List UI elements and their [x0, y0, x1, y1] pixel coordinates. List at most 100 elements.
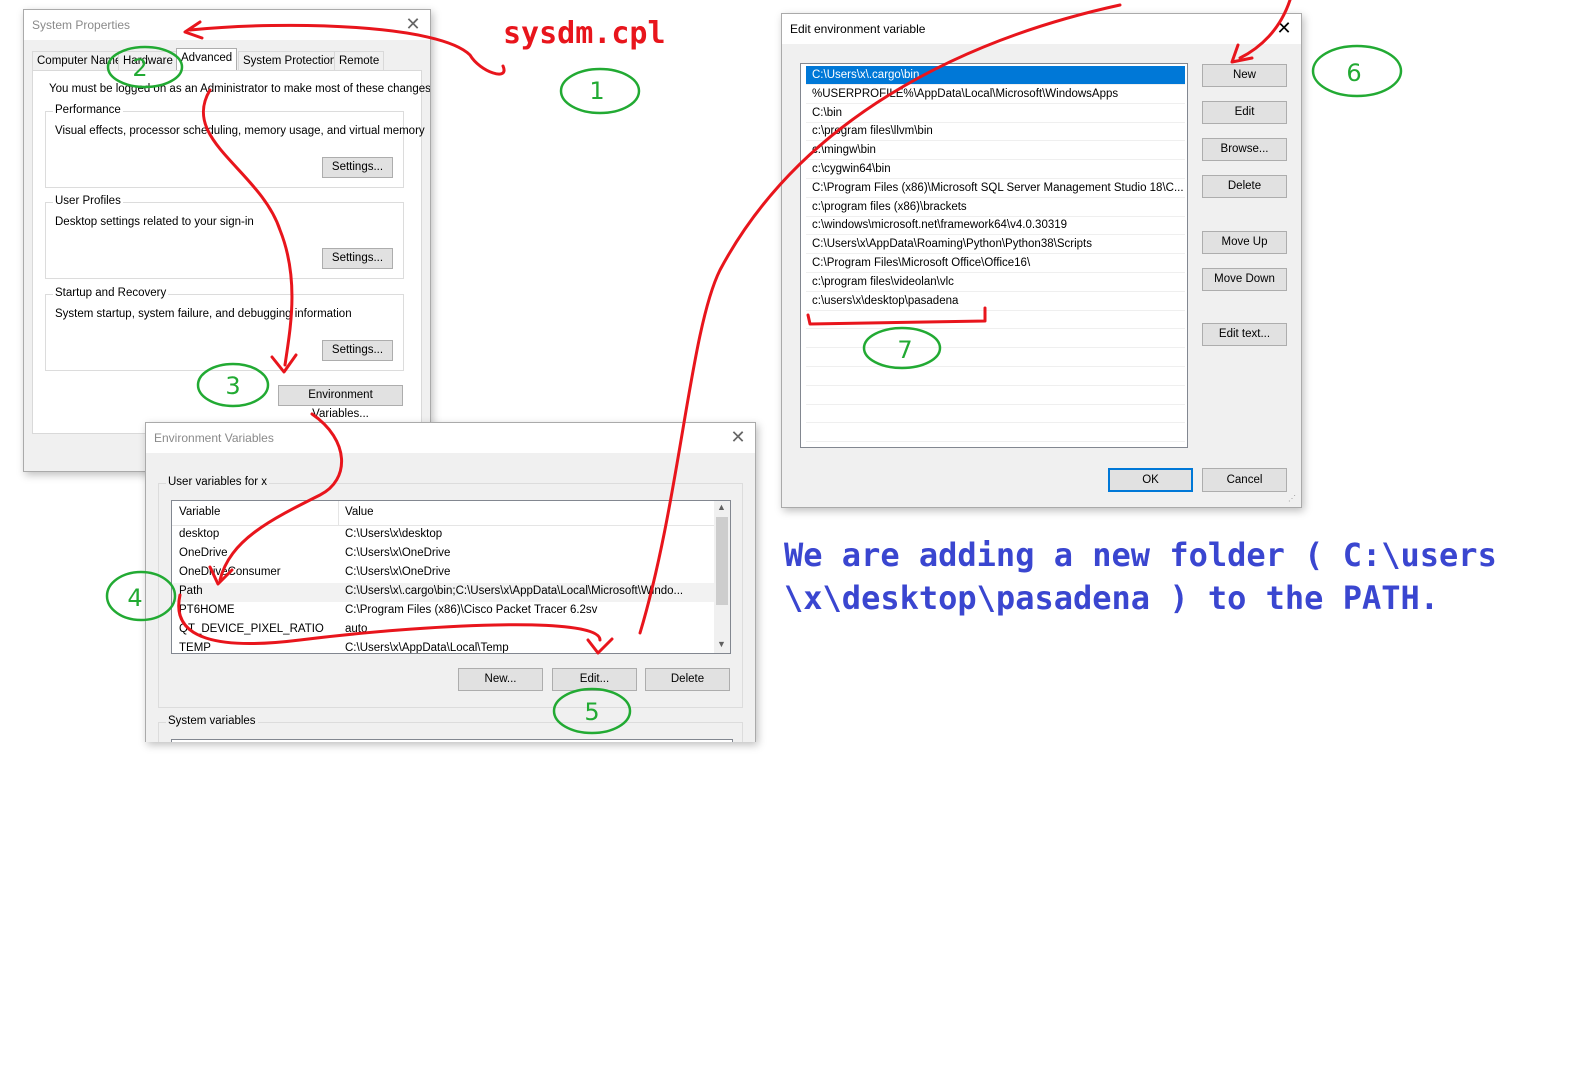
step-1-circle	[559, 67, 641, 115]
environment-variables-window: Environment Variables ✕ User variables f…	[145, 422, 756, 742]
scroll-thumb[interactable]	[716, 517, 728, 605]
table-row[interactable]: Path C:\Users\x\.cargo\bin;C:\Users\x\App…	[172, 583, 714, 602]
user-profiles-settings-button[interactable]: Settings...	[322, 248, 393, 269]
tab-strip: Computer Name Hardware Advanced System P…	[32, 48, 422, 71]
variable-value-cell: C:\Users\x\OneDrive	[345, 566, 451, 578]
system-variables-label: System variables	[166, 715, 258, 727]
list-item[interactable]: c:\users\x\desktop\pasadena	[806, 292, 1185, 311]
performance-label: Performance	[53, 104, 123, 116]
variable-value-cell: C:\Users\x\.cargo\bin;C:\Users\x\AppData…	[345, 585, 684, 597]
tab-hardware[interactable]: Hardware	[118, 51, 178, 70]
ok-button[interactable]: OK	[1108, 468, 1193, 492]
move-up-button[interactable]: Move Up	[1202, 231, 1287, 254]
tab-system-protection[interactable]: System Protection	[238, 51, 342, 70]
explanation-line-2: \x\desktop\pasadena ) to the PATH.	[784, 579, 1440, 617]
table-row[interactable]: PT6HOME C:\Program Files (x86)\Cisco Pack…	[172, 602, 714, 621]
step-1-number: 1	[589, 77, 604, 105]
resize-grip-icon[interactable]: ⋰	[1288, 494, 1296, 503]
user-variables-rows: desktop C:\Users\x\desktop OneDrive C:\User…	[172, 526, 714, 654]
table-row[interactable]: OneDriveConsumer C:\Users\x\OneDrive	[172, 564, 714, 583]
close-icon[interactable]: ✕	[402, 14, 424, 36]
table-row[interactable]: OneDrive C:\Users\x\OneDrive	[172, 545, 714, 564]
startup-recovery-label: Startup and Recovery	[53, 287, 169, 299]
empty-list-item[interactable]	[806, 367, 1185, 386]
variable-value-cell: C:\Users\x\AppData\Local\Temp	[345, 642, 509, 654]
vertical-scrollbar[interactable]: ▲ ▼	[714, 501, 730, 653]
close-icon[interactable]: ✕	[1273, 18, 1295, 40]
user-variables-list[interactable]: Variable Value desktop C:\Users\x\desktop…	[171, 500, 731, 654]
window-title: Edit environment variable	[790, 22, 926, 36]
list-item[interactable]: c:\program files (x86)\brackets	[806, 198, 1185, 217]
empty-list-item[interactable]	[806, 348, 1185, 367]
scroll-down-icon[interactable]: ▼	[717, 639, 726, 649]
column-header-value[interactable]: Value	[345, 506, 374, 518]
list-item[interactable]: C:\Program Files (x86)\Microsoft SQL Ser…	[806, 179, 1185, 198]
edit-button[interactable]: Edit	[1202, 101, 1287, 124]
startup-recovery-group: Startup and Recovery System startup, sys…	[45, 287, 404, 371]
list-item[interactable]: c:\windows\microsoft.net\framework64\v4.…	[806, 216, 1185, 236]
variable-value-cell: C:\Users\x\OneDrive	[345, 547, 451, 559]
window-title: System Properties	[32, 18, 131, 32]
table-row[interactable]: desktop C:\Users\x\desktop	[172, 526, 714, 545]
empty-list-item[interactable]	[806, 386, 1185, 405]
cancel-button[interactable]: Cancel	[1202, 468, 1287, 492]
list-item[interactable]: c:\program files\videolan\vlc	[806, 273, 1185, 292]
variable-name-cell: TEMP	[179, 642, 211, 654]
step-4-number: 4	[127, 584, 142, 612]
path-entries-list[interactable]: C:\Users\x\.cargo\bin %USERPROFILE%\AppDa…	[800, 63, 1188, 448]
variable-name-cell: Path	[179, 585, 203, 597]
user-variables-label: User variables for x	[166, 476, 270, 488]
list-item[interactable]: %USERPROFILE%\AppData\Local\Microsoft\Wi…	[806, 85, 1185, 104]
variable-name-cell: OneDriveConsumer	[179, 566, 281, 578]
column-divider	[338, 501, 339, 525]
variable-value-cell: C:\Users\x\desktop	[345, 528, 443, 540]
step-6-number: 6	[1346, 59, 1361, 87]
title-bar: Edit environment variable ✕	[782, 14, 1301, 44]
empty-list-item[interactable]	[806, 329, 1185, 349]
list-item[interactable]: c:\cygwin64\bin	[806, 160, 1185, 179]
browse-button[interactable]: Browse...	[1202, 138, 1287, 161]
tab-advanced[interactable]: Advanced	[176, 48, 238, 71]
user-profiles-group: User Profiles Desktop settings related t…	[45, 195, 404, 279]
empty-list-item[interactable]	[806, 423, 1185, 443]
list-item[interactable]: C:\Users\x\AppData\Roaming\Python\Python…	[806, 235, 1185, 255]
environment-variables-button[interactable]: Environment Variables...	[278, 385, 403, 420]
window-title: Environment Variables	[154, 431, 274, 445]
list-item[interactable]: c:\program files\llvm\bin	[806, 122, 1185, 142]
startup-recovery-desc: System startup, system failure, and debu…	[55, 308, 352, 320]
empty-list-item[interactable]	[806, 404, 1185, 424]
column-header-variable[interactable]: Variable	[179, 506, 220, 518]
tab-remote[interactable]: Remote	[334, 51, 385, 70]
user-delete-button[interactable]: Delete	[645, 668, 730, 691]
close-icon[interactable]: ✕	[727, 427, 749, 449]
command-label: sysdm.cpl	[503, 16, 666, 51]
performance-settings-button[interactable]: Settings...	[322, 157, 393, 178]
list-item[interactable]: C:\bin	[806, 104, 1185, 123]
list-item[interactable]: C:\Users\x\.cargo\bin	[806, 66, 1185, 85]
user-new-button[interactable]: New...	[458, 668, 543, 691]
delete-button[interactable]: Delete	[1202, 175, 1287, 198]
table-row[interactable]: TEMP C:\Users\x\AppData\Local\Temp	[172, 640, 714, 654]
tab-computer-name[interactable]: Computer Name	[32, 51, 127, 70]
performance-group: Performance Visual effects, processor sc…	[45, 104, 425, 188]
step-6-circle	[1311, 44, 1403, 98]
title-bar: Environment Variables ✕	[146, 423, 755, 453]
list-item[interactable]: C:\Program Files\Microsoft Office\Office…	[806, 254, 1185, 273]
variable-value-cell: C:\Program Files (x86)\Cisco Packet Trac…	[345, 604, 598, 616]
edit-text-button[interactable]: Edit text...	[1202, 323, 1287, 346]
list-item[interactable]: c:\mingw\bin	[806, 141, 1185, 161]
move-down-button[interactable]: Move Down	[1202, 268, 1287, 291]
title-bar: System Properties ✕	[24, 10, 430, 40]
system-variables-list[interactable]	[171, 739, 733, 742]
explanation-line-1: We are adding a new folder ( C:\users	[784, 536, 1497, 574]
variable-name-cell: PT6HOME	[179, 604, 235, 616]
empty-list-item[interactable]	[806, 310, 1185, 330]
user-edit-button[interactable]: Edit...	[552, 668, 637, 691]
table-row[interactable]: QT_DEVICE_PIXEL_RATIO auto	[172, 621, 714, 640]
scroll-up-icon[interactable]: ▲	[717, 502, 726, 512]
admin-note: You must be logged on as an Administrato…	[49, 83, 431, 95]
system-properties-window: System Properties ✕ Computer Name Hardwa…	[23, 9, 431, 472]
path-entries-rows: C:\Users\x\.cargo\bin %USERPROFILE%\AppDa…	[806, 66, 1185, 446]
new-button[interactable]: New	[1202, 64, 1287, 87]
startup-recovery-settings-button[interactable]: Settings...	[322, 340, 393, 361]
